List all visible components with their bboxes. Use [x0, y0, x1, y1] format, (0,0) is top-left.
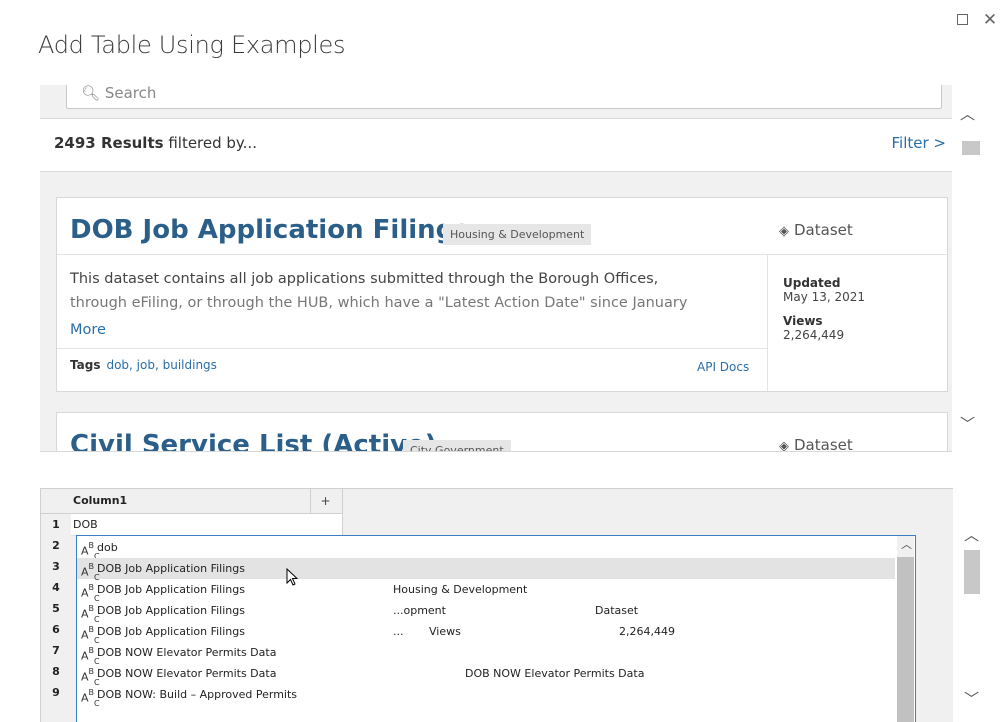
suggestion-item[interactable]: ABC DOB Job Application Filings ...opment D…	[77, 600, 895, 624]
suggestion-text: DOB Job Application Filings	[97, 562, 245, 575]
row-number: 7	[52, 644, 60, 657]
chevron-up-icon[interactable]: ︿	[960, 103, 975, 124]
grid-cell[interactable]: DOB	[71, 514, 311, 536]
suggestion-text: DOB NOW Elevator Permits Data	[97, 646, 277, 659]
suggestion-text: ...	[393, 625, 404, 638]
suggestion-item[interactable]: ABC dob	[77, 537, 895, 561]
maximize-button[interactable]	[952, 10, 972, 30]
row-number: 5	[52, 602, 60, 615]
suggestion-item[interactable]: ABC DOB NOW: Build – Approved Permits	[77, 684, 895, 708]
suggestion-dropdown[interactable]: ︿ ABC dob ABC DOB Job Application Filings AB…	[76, 535, 916, 722]
add-column-button[interactable]: +	[309, 489, 343, 513]
suggestion-text: ...opment	[393, 604, 446, 617]
row-numbers: 1 2 3 4 5 6 7 8 9	[41, 514, 71, 703]
scroll-thumb[interactable]	[964, 550, 980, 594]
suggestion-item[interactable]: ABC DOB Job Application Filings... Views 2,…	[77, 621, 895, 645]
suggestion-item[interactable]: ABC DOB Job Application Filings	[77, 558, 895, 582]
scroll-thumb[interactable]	[962, 141, 980, 155]
grid-scrollbar[interactable]: ︿ ﹀	[962, 488, 982, 721]
dialog-title: Add Table Using Examples	[38, 31, 346, 59]
row-number: 1	[52, 518, 60, 531]
result-card: Civil Service List (Active) City Governm…	[56, 412, 948, 452]
suggestion-text: DOB NOW Elevator Permits Data	[465, 667, 645, 680]
suggestion-text: Dataset	[595, 604, 639, 617]
grid-header: Column1 +	[41, 489, 343, 514]
mouse-cursor-icon	[286, 568, 299, 586]
views-count: 2,264,449	[783, 328, 845, 342]
suggestion-text: Housing & Development	[393, 583, 528, 596]
preview-scrollbar[interactable]: ︿ ﹀	[954, 85, 982, 451]
chevron-down-icon[interactable]: ﹀	[964, 688, 979, 709]
suggestion-item[interactable]: ABC DOB NOW Elevator Permits Data	[77, 642, 895, 666]
suggestion-text: DOB Job Application Filings	[97, 625, 245, 638]
suggestion-text: dob	[97, 541, 118, 554]
row-number: 8	[52, 665, 60, 678]
results-bar: 2493 Results filtered by... Filter >	[40, 118, 952, 172]
result-card: DOB Job Application Filings Housing & De…	[56, 197, 948, 392]
row-number: 6	[52, 623, 60, 636]
card-meta: Updated May 13, 2021 Views 2,264,449	[783, 276, 866, 342]
suggestion-text: DOB Job Application Filings	[97, 604, 245, 617]
close-button[interactable]: ✕	[980, 10, 1000, 30]
suggestion-text: DOB NOW: Build – Approved Permits	[97, 688, 298, 701]
dataset-type: ◈ Dataset	[779, 221, 853, 239]
dataset-icon: ◈	[779, 224, 789, 239]
more-link[interactable]: More	[70, 322, 106, 338]
dataset-icon: ◈	[779, 439, 789, 452]
card-tags: Tags dob, job, buildings	[70, 358, 217, 372]
divider	[57, 348, 767, 349]
card-title-link[interactable]: Civil Service List (Active)	[70, 430, 437, 451]
filter-link[interactable]: Filter >	[892, 134, 947, 152]
suggestion-item[interactable]: ABC DOB Job Application Filings Housing & …	[77, 579, 895, 603]
suggestion-text: DOB Job Application Filings	[97, 583, 245, 596]
divider	[767, 254, 768, 391]
scroll-thumb[interactable]	[897, 557, 914, 722]
suggestion-text: 2,264,449	[619, 625, 675, 638]
row-number: 4	[52, 581, 60, 594]
search-input[interactable]: 🔍︎ Search	[66, 85, 942, 109]
close-icon: ✕	[982, 10, 998, 30]
suggestion-text: DOB NOW Elevator Permits Data	[97, 667, 277, 680]
api-docs-link[interactable]: API Docs	[697, 360, 749, 374]
card-title-link[interactable]: DOB Job Application Filings	[70, 215, 470, 245]
chevron-up-icon[interactable]: ︿	[901, 536, 912, 552]
row-number: 9	[52, 686, 60, 699]
dataset-type: ◈ Dataset	[779, 436, 853, 452]
results-suffix: filtered by...	[168, 134, 257, 152]
column-header[interactable]: Column1	[71, 489, 311, 513]
category-badge[interactable]: Housing & Development	[443, 224, 592, 245]
chevron-down-icon[interactable]: ﹀	[960, 413, 975, 434]
row-number: 2	[52, 539, 60, 552]
grid-cell[interactable]	[309, 514, 343, 535]
category-badge[interactable]: City Government	[403, 440, 511, 451]
tag-links[interactable]: dob, job, buildings	[106, 358, 216, 372]
search-icon: 🔍︎	[81, 85, 101, 102]
maximize-icon	[956, 14, 968, 25]
results-count: 2493 Results	[54, 134, 164, 152]
search-placeholder: Search	[104, 85, 157, 102]
divider	[57, 254, 947, 255]
updated-date: May 13, 2021	[783, 290, 866, 304]
suggestion-text: Views	[429, 625, 461, 638]
suggestion-item[interactable]: ABC DOB NOW Elevator Permits Data DOB NOW …	[77, 663, 895, 687]
web-preview[interactable]: 🔍︎ Search 2493 Results filtered by... Fi…	[40, 85, 952, 452]
chevron-up-icon[interactable]: ︿	[964, 524, 979, 545]
card-description: This dataset contains all job applicatio…	[70, 271, 688, 311]
row-number: 3	[52, 560, 60, 573]
